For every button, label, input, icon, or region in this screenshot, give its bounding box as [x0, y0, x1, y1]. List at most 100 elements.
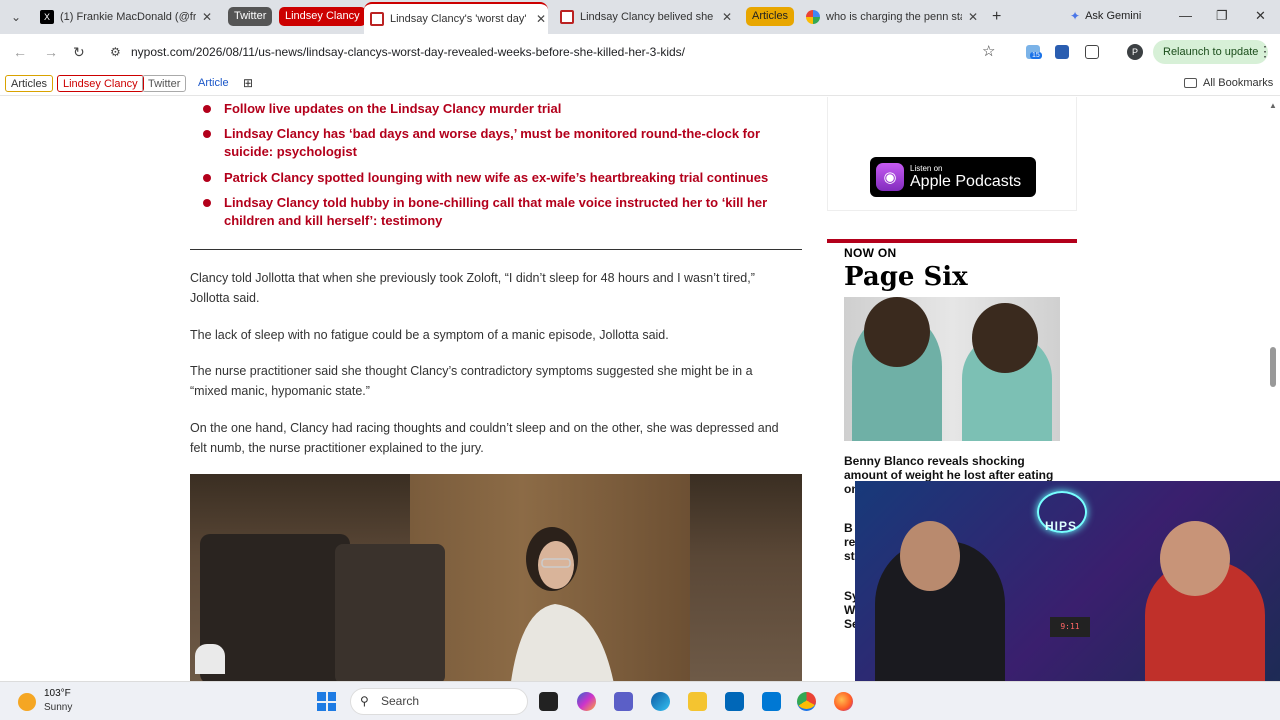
- reload-icon[interactable]: ↻: [73, 44, 85, 61]
- menu-kebab-icon[interactable]: ⋮: [1258, 43, 1272, 60]
- nypost-icon: [370, 12, 384, 26]
- close-tab-icon[interactable]: ✕: [200, 10, 214, 24]
- gemini-icon: ✦: [1070, 9, 1081, 23]
- restore-icon[interactable]: ❐: [1216, 8, 1228, 24]
- related-link-text[interactable]: Lindsay Clancy has ‘bad days and worse d…: [224, 126, 760, 159]
- tab-group-articles[interactable]: Articles: [746, 7, 795, 26]
- webcam-overlay: HIPS 9:11: [855, 481, 1280, 681]
- x-logo-icon: X: [40, 10, 54, 24]
- related-link[interactable]: Lindsay Clancy has ‘bad days and worse d…: [200, 125, 800, 160]
- scroll-up-icon[interactable]: ▲: [1269, 101, 1277, 110]
- nypost-icon: [560, 10, 574, 24]
- video-tissue-box: [195, 644, 225, 674]
- mail-icon[interactable]: [762, 692, 781, 711]
- weather-temperature[interactable]: 103°F: [44, 688, 71, 699]
- taskbar-search-label: Search: [381, 694, 420, 708]
- sidebar-headline-fragment[interactable]: st: [844, 549, 855, 563]
- extension-icon[interactable]: [1055, 45, 1069, 59]
- apple-podcasts-button[interactable]: ◉ Listen on Apple Podcasts: [870, 157, 1036, 197]
- back-icon[interactable]: ←: [13, 44, 27, 60]
- minimize-icon[interactable]: —: [1179, 8, 1192, 23]
- file-explorer-icon[interactable]: [688, 692, 707, 711]
- bullet-icon: [203, 199, 211, 207]
- podcast-small-label: Listen on: [910, 164, 943, 173]
- search-icon: ⚲: [360, 694, 369, 708]
- bookmark-star-icon[interactable]: ☆: [982, 42, 995, 60]
- now-on-label: NOW ON: [844, 246, 897, 260]
- divider: [190, 249, 802, 250]
- bookmark-twitter[interactable]: Twitter: [142, 75, 187, 92]
- related-link[interactable]: Follow live updates on the Lindsay Clanc…: [200, 100, 800, 118]
- sidebar-headline-text[interactable]: Benny Blanco reveals shocking amount of …: [844, 454, 1053, 482]
- tab-title: who is charging the penn stat: [826, 11, 962, 23]
- video-chair: [335, 544, 445, 681]
- extensions-puzzle-icon[interactable]: [1085, 45, 1099, 59]
- tab-title: Lindsay Clancy's 'worst day' r: [390, 13, 530, 25]
- article-video[interactable]: [190, 474, 802, 681]
- apps-grid-icon[interactable]: ⊞: [243, 76, 253, 90]
- copilot-icon[interactable]: [577, 692, 596, 711]
- firefox-icon[interactable]: [834, 692, 853, 711]
- tab-lindsay-worst-day[interactable]: Lindsay Clancy's 'worst day' r ✕: [364, 2, 548, 34]
- tab-frankie[interactable]: X (1) Frankie MacDonald (@fran ✕: [34, 4, 214, 30]
- tab-strip: ⌄ X (1) Frankie MacDonald (@fran ✕ Twitt…: [0, 0, 1280, 34]
- article-paragraph: Clancy told Jollotta that when she previ…: [190, 271, 755, 305]
- close-tab-icon[interactable]: ✕: [720, 10, 734, 24]
- now-on-header: NOW ON Page Six: [827, 239, 1077, 292]
- related-link[interactable]: Lindsay Clancy told hubby in bone-chilli…: [200, 194, 800, 229]
- address-bar[interactable]: nypost.com/2026/08/11/us-news/lindsay-cl…: [131, 45, 685, 59]
- podcast-big-label: Apple Podcasts: [910, 173, 1022, 190]
- streamer-right-head: [1160, 521, 1230, 596]
- related-link[interactable]: Patrick Clancy spotted lounging with new…: [200, 169, 800, 187]
- taskbar-search[interactable]: ⚲ Search: [350, 688, 528, 715]
- tab-search-icon[interactable]: ⌄: [8, 9, 24, 25]
- related-link-text[interactable]: Lindsay Clancy told hubby in bone-chilli…: [224, 195, 767, 228]
- close-window-icon[interactable]: ✕: [1255, 8, 1266, 24]
- site-info-icon[interactable]: ⚙: [110, 45, 121, 59]
- ask-gemini-label: Ask Gemini: [1085, 10, 1142, 22]
- all-bookmarks-label: All Bookmarks: [1203, 77, 1274, 89]
- tab-group-lindsey-clancy[interactable]: Lindsey Clancy: [279, 7, 366, 26]
- edge-icon[interactable]: [651, 692, 670, 711]
- tab-lindsay-belived[interactable]: Lindsay Clancy belived she w ✕: [554, 4, 734, 30]
- related-link-text[interactable]: Patrick Clancy spotted lounging with new…: [224, 170, 768, 185]
- neon-sign-text: HIPS: [1045, 519, 1078, 533]
- bullet-icon: [203, 105, 211, 113]
- bookmark-article[interactable]: Article: [193, 75, 234, 92]
- terminal-icon[interactable]: [539, 692, 558, 711]
- sidebar-headline-fragment[interactable]: W: [844, 603, 855, 617]
- address-toolbar: ← → ↻ ⚙ nypost.com/2026/08/11/us-news/li…: [0, 34, 1280, 72]
- page-six-logo[interactable]: Page Six: [844, 262, 1077, 292]
- tab-google-search[interactable]: who is charging the penn stat ✕: [800, 4, 980, 30]
- all-bookmarks-button[interactable]: All Bookmarks: [1184, 77, 1273, 89]
- ask-gemini-button[interactable]: ✦ Ask Gemini: [1070, 9, 1141, 23]
- bookmark-lindsey-clancy[interactable]: Lindsey Clancy: [57, 75, 144, 92]
- tab-title: (1) Frankie MacDonald (@fran: [60, 11, 196, 23]
- thumb-head: [972, 303, 1038, 373]
- tab-title: Lindsay Clancy belived she w: [580, 11, 716, 23]
- article-paragraph: On the one hand, Clancy had racing thoug…: [190, 421, 779, 455]
- thumb-head: [864, 297, 930, 367]
- bookmark-articles[interactable]: Articles: [5, 75, 54, 92]
- sidebar-headline-fragment[interactable]: B: [844, 521, 853, 535]
- bookmarks-bar: Articles Lindsey Clancy Twitter Article …: [0, 72, 1280, 96]
- sun-icon[interactable]: [18, 693, 36, 711]
- close-tab-icon[interactable]: ✕: [966, 10, 980, 24]
- sidebar-thumbnail[interactable]: [844, 297, 1060, 441]
- weather-condition[interactable]: Sunny: [44, 702, 72, 713]
- close-tab-icon[interactable]: ✕: [534, 12, 548, 26]
- chrome-icon[interactable]: [797, 692, 816, 711]
- store-icon[interactable]: [725, 692, 744, 711]
- related-link-text[interactable]: Follow live updates on the Lindsay Clanc…: [224, 101, 561, 116]
- forward-icon[interactable]: →: [44, 44, 58, 60]
- teams-icon[interactable]: [614, 692, 633, 711]
- new-tab-button[interactable]: +: [992, 8, 1001, 26]
- video-person: [511, 527, 614, 681]
- tab-group-twitter[interactable]: Twitter: [228, 7, 273, 26]
- sidebar-headline-fragment[interactable]: re: [844, 535, 855, 549]
- scroll-thumb[interactable]: [1270, 347, 1276, 387]
- avatar[interactable]: P: [1127, 44, 1143, 60]
- relaunch-button[interactable]: Relaunch to update: [1153, 40, 1269, 64]
- windows-start-icon[interactable]: [317, 692, 336, 711]
- bullet-icon: [203, 174, 211, 182]
